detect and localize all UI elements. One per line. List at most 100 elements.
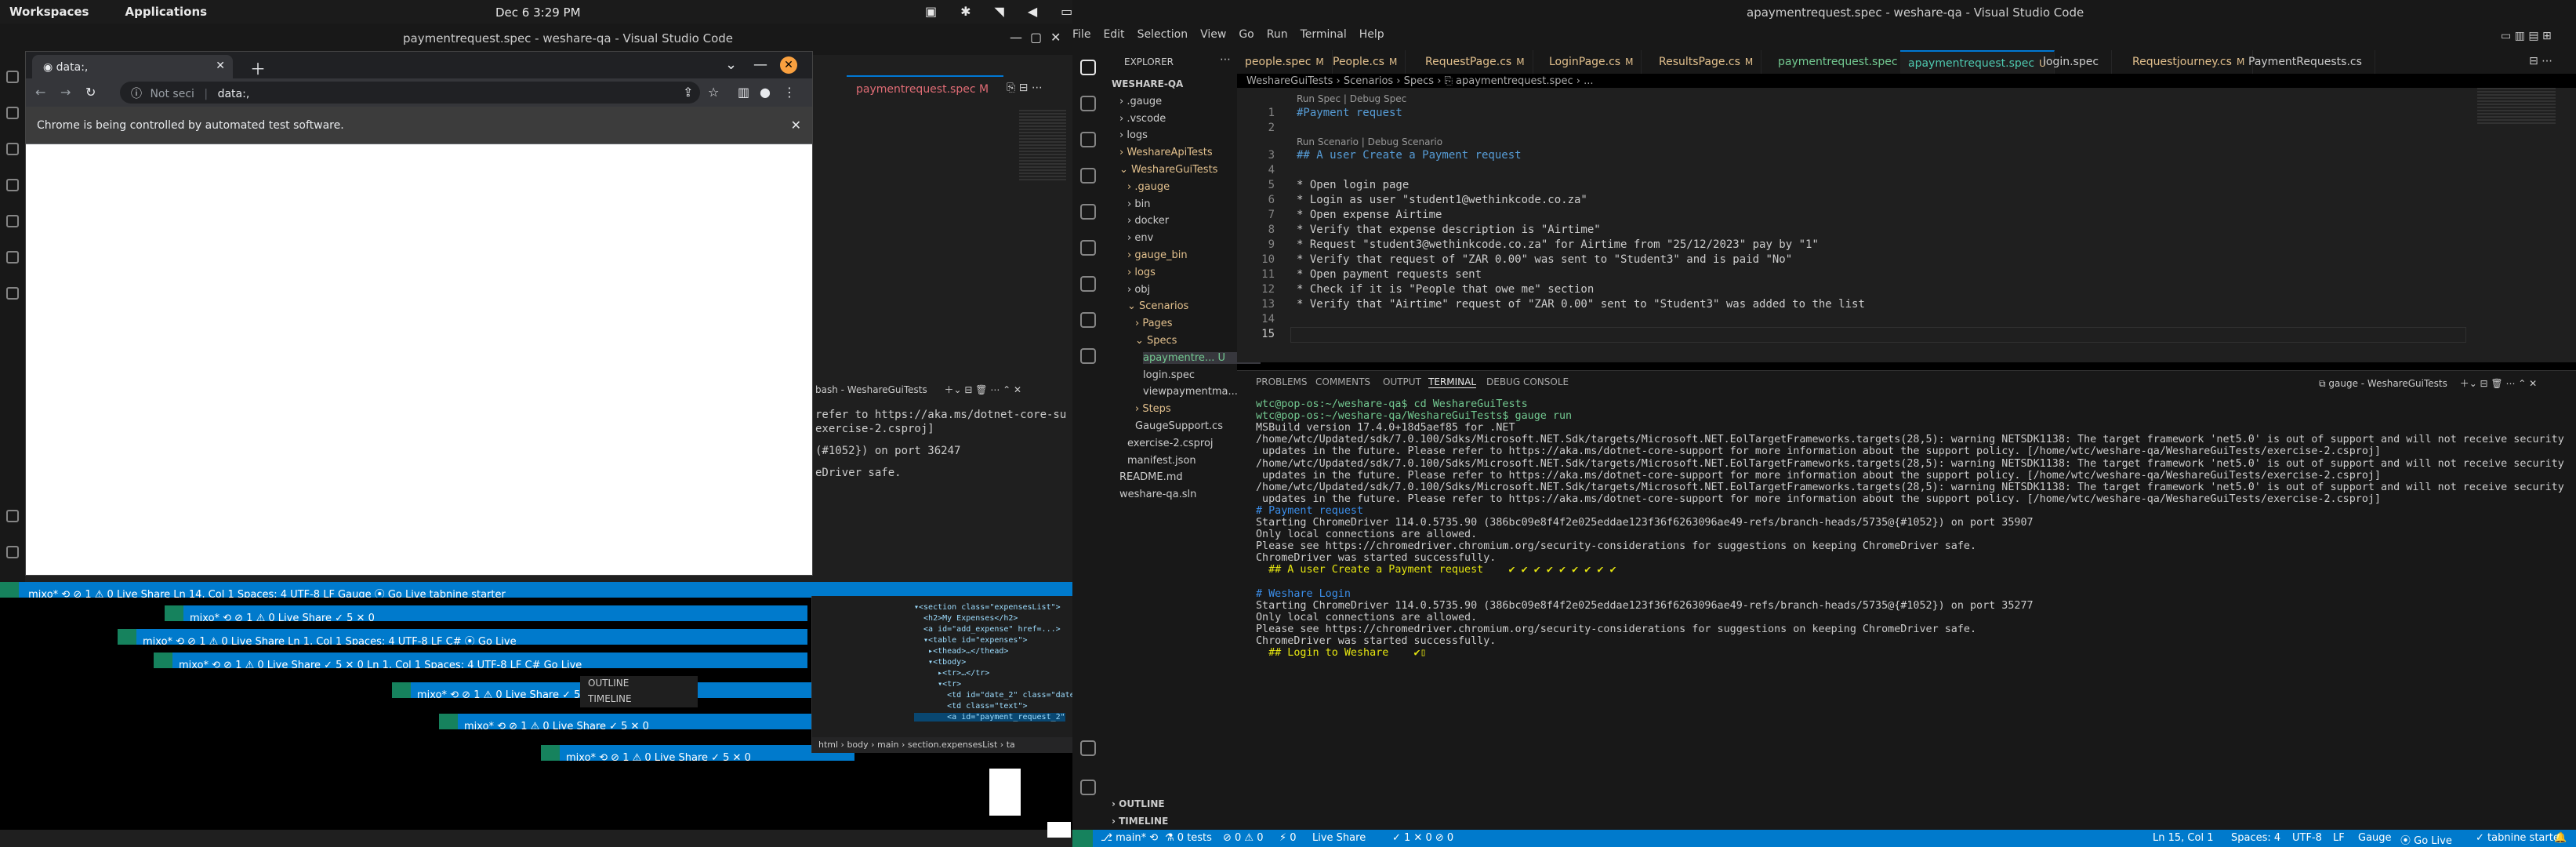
remote-indicator-icon[interactable] [1072, 830, 1093, 847]
dom-table-tag[interactable]: ▾<table id="expenses"> [914, 636, 1027, 645]
wifi-icon[interactable]: ◥ [995, 4, 1004, 20]
testing-icon[interactable] [1080, 276, 1096, 292]
tree-item[interactable]: › docker [1127, 215, 1169, 227]
editor-tab[interactable]: apaymentrequest.spec U [1900, 50, 2055, 74]
codelens-run-spec[interactable]: Run Spec | Debug Spec [1297, 93, 1406, 104]
panel-tab-output[interactable]: OUTPUT [1383, 376, 1421, 387]
testing-icon[interactable] [6, 251, 19, 264]
back-icon[interactable]: ← [35, 85, 45, 100]
tree-item[interactable]: › env [1127, 232, 1153, 244]
menu-run[interactable]: Run [1267, 28, 1288, 41]
source-control-icon[interactable] [6, 143, 19, 155]
notifications-icon[interactable]: 🔔 [2554, 832, 2567, 844]
editor-tab[interactable]: PaymentRequests.cs [2240, 50, 2375, 74]
chrome-close-icon[interactable]: ✕ [780, 56, 797, 74]
manage-gear-icon[interactable] [1080, 780, 1096, 795]
info-icon[interactable]: ⓘ [131, 88, 142, 100]
code-line[interactable]: * Open payment requests sent [1297, 268, 1482, 281]
code-line[interactable]: * Verify that expense description is "Ai… [1297, 224, 1601, 236]
profile-icon[interactable]: ● [760, 85, 771, 100]
maximize-icon[interactable]: ▢ [1030, 30, 1042, 45]
dom-thead-tag[interactable]: ▸<thead>…</thead> [914, 647, 1008, 656]
menu-file[interactable]: File [1072, 28, 1090, 41]
tree-item[interactable]: GaugeSupport.cs [1135, 420, 1223, 432]
run-debug-icon[interactable] [1080, 96, 1096, 111]
panel-tab-debug-console[interactable]: DEBUG CONSOLE [1486, 376, 1569, 387]
tree-item[interactable]: README.md [1119, 471, 1183, 483]
panel-tab-problems[interactable]: PROBLEMS [1256, 376, 1308, 387]
remote-icon[interactable] [6, 287, 19, 300]
tree-item[interactable]: › logs [1127, 267, 1156, 278]
menu-edit[interactable]: Edit [1103, 28, 1124, 41]
manage-gear-icon[interactable] [6, 546, 19, 558]
cursor-position[interactable]: Ln 15, Col 1 [2153, 832, 2213, 844]
go-live[interactable]: ⦿ Go Live [2400, 832, 2452, 847]
terminal-actions[interactable]: ＋⌄ ⊟ 🗑 ⋯ ⌃ ✕ [2460, 378, 2538, 389]
new-tab-icon[interactable]: ＋ [250, 56, 266, 79]
search-icon[interactable] [6, 107, 19, 119]
code-line[interactable]: * Open expense Airtime [1297, 209, 1442, 221]
tree-item[interactable]: ⌄ WeshareGuiTests [1119, 164, 1217, 176]
tree-item[interactable]: › Pages [1135, 318, 1173, 329]
layout-controls[interactable]: ▭ ▥ ▤ ⊞ [2501, 30, 2552, 42]
close-icon[interactable]: ✕ [1050, 30, 1061, 45]
menu-view[interactable]: View [1200, 28, 1226, 41]
dom-section-tag[interactable]: ▾<section class="expensesList"> [914, 603, 1061, 612]
branch-status[interactable]: ⎇ main* ⟲ [1101, 832, 1158, 844]
tree-item[interactable]: › .gauge [1127, 181, 1170, 193]
code-line[interactable]: * Open login page [1297, 179, 1409, 191]
explorer-more-icon[interactable]: ⋯ [1220, 53, 1231, 66]
devtools-breadcrumb[interactable]: html › body › main › section.expensesLis… [812, 737, 1073, 753]
volume-icon[interactable]: ◀ [1028, 4, 1037, 20]
applications-menu[interactable]: Applications [125, 5, 207, 19]
tree-item[interactable]: manifest.json [1127, 455, 1196, 467]
workspaces-menu[interactable]: Workspaces [9, 5, 89, 19]
code-line[interactable]: * Login as user "student1@wethinkcode.co… [1297, 194, 1587, 206]
tree-item[interactable]: exercise-2.csproj [1127, 438, 1214, 449]
tree-item[interactable]: › Steps [1135, 403, 1171, 415]
editor-tab[interactable]: Requestjourney.cs M [2124, 50, 2254, 74]
dom-tbody-tag[interactable]: ▾<tbody> [914, 658, 966, 667]
tree-item[interactable]: login.spec [1143, 369, 1195, 381]
outline-section[interactable]: › OUTLINE [1112, 798, 1165, 809]
source-control-icon[interactable] [1080, 132, 1096, 147]
left-editor-actions[interactable]: ⎘ ⊟ ⋯ [1007, 82, 1043, 94]
problems-status[interactable]: ⊘ 0 ⚠ 0 [1223, 832, 1264, 844]
clock[interactable]: Dec 6 3:29 PM [495, 5, 581, 20]
account-icon[interactable] [1080, 740, 1096, 756]
tree-item[interactable]: › bin [1127, 198, 1150, 210]
explorer-icon[interactable] [1080, 60, 1096, 75]
timeline-section[interactable]: › TIMELINE [1112, 816, 1168, 827]
menu-go[interactable]: Go [1239, 28, 1254, 41]
tree-item[interactable]: › logs [1119, 129, 1148, 141]
editor-tab[interactable]: People.cs M [1325, 50, 1406, 74]
panel-tab-terminal[interactable]: TERMINAL [1428, 376, 1477, 388]
terminal-title-area[interactable]: ⧉ gauge - WeshareGuiTests ＋⌄ ⊟ 🗑 ⋯ ⌃ ✕ [2319, 376, 2537, 390]
infobar-close-icon[interactable]: ✕ [791, 118, 801, 133]
dom-a-tag[interactable]: <a id="payment_request_2" [914, 713, 1065, 722]
extensions-icon[interactable] [6, 215, 19, 227]
chrome-tab[interactable]: ◉ data:, ✕ [32, 55, 233, 78]
tab-search-icon[interactable]: ⌄ [725, 56, 737, 73]
run-debug-icon[interactable] [6, 179, 19, 191]
editor-tab[interactable]: LoginPage.cs M [1541, 50, 1642, 74]
tree-item[interactable]: › WeshareApiTests [1119, 147, 1213, 158]
language-mode[interactable]: Gauge [2358, 832, 2392, 844]
tree-item[interactable]: viewpaymentma... [1143, 386, 1238, 398]
reload-icon[interactable]: ↻ [85, 85, 96, 100]
tree-item[interactable]: › .gauge [1119, 96, 1162, 107]
live-share-icon[interactable] [1080, 348, 1096, 364]
editor-tab[interactable]: RequestPage.cs M [1417, 50, 1533, 74]
left-editor-tab[interactable]: paymentrequest.spec M [847, 75, 1003, 100]
code-line[interactable]: * Check if it is "People that owe me" se… [1297, 283, 1594, 296]
tree-item[interactable]: › .vscode [1119, 113, 1166, 125]
editor-tab[interactable]: people.spec M [1237, 50, 1333, 74]
menu-terminal[interactable]: Terminal [1301, 28, 1347, 41]
tree-item[interactable]: WESHARE-QA [1112, 78, 1183, 89]
new-terminal-icon[interactable]: ＋⌄ ⊟ 🗑 ⋯ ⌃ ✕ [945, 384, 1022, 395]
panel-tab-comments[interactable]: COMMENTS [1315, 376, 1370, 387]
share-icon[interactable]: ⇪ [683, 85, 693, 100]
editor-tab[interactable]: paymentrequest.specU [1770, 50, 1918, 74]
indentation[interactable]: Spaces: 4 [2231, 832, 2280, 844]
minimize-icon[interactable]: — [1010, 30, 1022, 45]
